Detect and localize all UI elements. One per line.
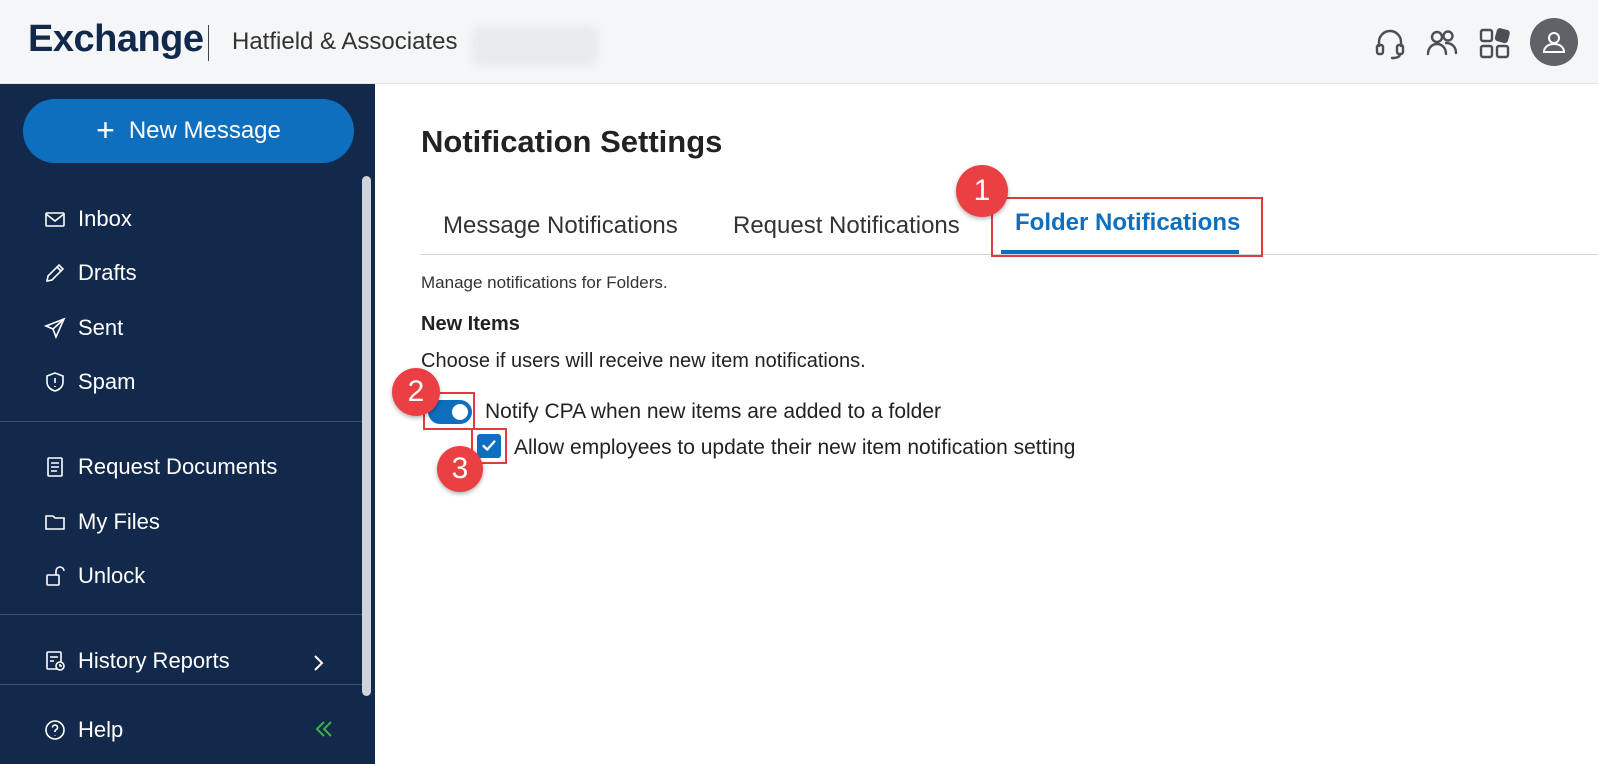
sidebar-item-spam[interactable]: Spam (44, 362, 135, 402)
help-icon (45, 720, 65, 740)
new-message-button[interactable]: + New Message (23, 99, 354, 163)
headset-support-icon[interactable] (1372, 25, 1408, 61)
new-message-label: New Message (128, 117, 281, 144)
sidebar: + New Message Inbox Drafts Sent Spam Req… (0, 84, 375, 764)
user-avatar[interactable] (1530, 18, 1578, 66)
tab-request-notifications[interactable]: Request Notifications (733, 212, 960, 240)
sidebar-item-label: My Files (78, 509, 160, 534)
callout-badge-3: 3 (437, 446, 483, 492)
sidebar-item-label: History Reports (78, 648, 230, 673)
firm-name: Hatfield & Associates (232, 28, 458, 55)
notify-cpa-label: Notify CPA when new items are added to a… (485, 400, 942, 423)
collapse-sidebar-icon[interactable] (312, 717, 336, 741)
section-subtitle: Choose if users will receive new item no… (421, 350, 866, 372)
sidebar-item-label: Spam (78, 369, 136, 394)
tab-message-notifications[interactable]: Message Notifications (443, 212, 678, 240)
sidebar-item-request-documents[interactable]: Request Documents (44, 447, 277, 487)
brand-logo[interactable]: Exchange (28, 18, 204, 61)
sidebar-item-label: Unlock (78, 563, 146, 588)
callout-badge-1: 1 (956, 165, 1008, 217)
user-icon (1542, 32, 1566, 53)
sidebar-item-history-reports[interactable]: History Reports (44, 641, 230, 681)
sidebar-item-my-files[interactable]: My Files (44, 502, 160, 542)
mail-icon (45, 212, 65, 227)
shield-icon (46, 372, 64, 392)
pencil-icon (45, 263, 65, 283)
top-header: Exchange Hatfield & Associates (0, 0, 1598, 84)
sidebar-item-label: Drafts (78, 260, 137, 285)
section-description: Manage notifications for Folders. (421, 273, 668, 292)
callout-highlight-tab (991, 197, 1263, 257)
sidebar-item-label: Request Documents (78, 454, 278, 479)
unlock-icon (46, 566, 65, 586)
sidebar-item-label: Help (78, 717, 124, 742)
sidebar-divider (0, 421, 362, 422)
report-icon (46, 651, 65, 671)
sidebar-item-help[interactable]: Help (44, 710, 123, 750)
sidebar-divider (0, 614, 362, 615)
sidebar-item-label: Sent (78, 315, 124, 340)
folder-icon (45, 515, 65, 530)
sidebar-scrollbar[interactable] (362, 176, 371, 696)
brand-divider (208, 25, 209, 61)
contacts-icon[interactable] (1424, 25, 1460, 61)
allow-employees-label: Allow employees to update their new item… (514, 436, 1076, 459)
section-title: New Items (421, 313, 520, 335)
blurred-region (472, 26, 598, 66)
sidebar-divider (0, 684, 362, 685)
page-title: Notification Settings (421, 124, 723, 159)
plus-icon: + (96, 111, 115, 148)
document-icon (47, 457, 63, 477)
sidebar-item-label: Inbox (78, 206, 132, 231)
sidebar-item-unlock[interactable]: Unlock (44, 556, 145, 596)
send-icon (44, 317, 66, 339)
apps-icon[interactable] (1477, 25, 1513, 61)
callout-badge-2: 2 (392, 368, 440, 416)
sidebar-item-drafts[interactable]: Drafts (44, 253, 137, 293)
sidebar-item-inbox[interactable]: Inbox (44, 199, 132, 239)
sidebar-item-sent[interactable]: Sent (44, 308, 123, 348)
chevron-right-icon[interactable] (306, 651, 330, 675)
